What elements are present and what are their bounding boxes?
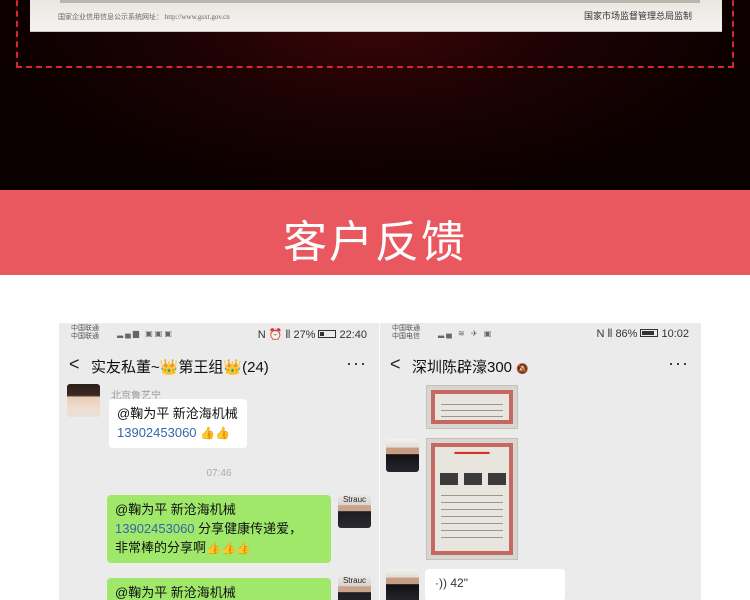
signal-icon: ▂▄▆ ▣▣▣: [117, 329, 174, 338]
chevron-left-icon[interactable]: <: [390, 354, 401, 375]
status-bar: 中国联通 中国电信 ▂▄ ≋ ✈ ▣ N ⦀ 86% 10:02: [380, 323, 701, 345]
letter-image[interactable]: [426, 385, 518, 429]
message-timestamp: 07:46: [206, 468, 232, 479]
chat-screenshot-1: 中国联通 中国联通 ▂▄▆ ▣▣▣ N ⏰ ⦀ 27% 22:40 < 实友私董~…: [59, 323, 379, 600]
avatar-tag: Strauc: [342, 495, 367, 504]
clock: 10:02: [661, 328, 689, 340]
bell-mute-icon: 🔕: [516, 364, 529, 375]
section-header: 客户反馈: [0, 190, 750, 275]
signal-icon: ▂▄ ≋ ✈ ▣: [438, 329, 494, 338]
section-title: 客户反馈: [283, 217, 467, 268]
status-right: N ⏰ ⦀ 27% 22:40: [257, 329, 367, 341]
message-bubble: @鞠为平 新沧海机械 13902453060 👍👍: [109, 399, 247, 448]
letter-heading: ▬▬▬▬▬: [454, 449, 490, 456]
voice-message[interactable]: ·)) 42": [425, 569, 565, 600]
battery-icon: [640, 329, 659, 337]
battery-icon: [318, 330, 337, 338]
avatar[interactable]: [386, 439, 419, 472]
status-right: N ⦀ 86% 10:02: [596, 328, 689, 340]
dotted-frame: [16, 0, 734, 68]
more-dots-icon[interactable]: ···: [668, 353, 689, 374]
chat-navbar: < 深圳陈辟濠300 🔕 ···: [380, 345, 701, 385]
chat-screenshot-2: 中国联通 中国电信 ▂▄ ≋ ✈ ▣ N ⦀ 86% 10:02 < 深圳陈辟濠3…: [380, 323, 701, 600]
more-dots-icon[interactable]: ···: [346, 353, 367, 374]
message-bubble: @鞠为平 新沧海机械: [107, 578, 331, 600]
chat-navbar: < 实友私董~👑第王组👑(24) ···: [59, 345, 379, 385]
avatar[interactable]: [386, 569, 419, 600]
avatar[interactable]: Strauc: [338, 576, 371, 600]
chevron-left-icon[interactable]: <: [69, 354, 80, 375]
avatar[interactable]: Strauc: [338, 495, 371, 528]
carrier-label: 中国联通 中国电信: [392, 325, 420, 340]
avatar-tag: Strauc: [342, 576, 367, 585]
letter-image[interactable]: ▬▬▬▬▬: [426, 438, 518, 560]
avatar[interactable]: [67, 384, 100, 417]
status-bar: 中国联通 中国联通 ▂▄▆ ▣▣▣ N ⏰ ⦀ 27% 22:40: [59, 323, 379, 345]
top-band: 国家企业信用信息公示系统网址： http://www.gsxt.gov.cn 国…: [0, 0, 750, 190]
voice-icon: ·)): [435, 576, 447, 590]
chat-title: 实友私董~👑第王组👑(24): [91, 359, 269, 376]
carrier-label: 中国联通 中国联通: [71, 325, 99, 340]
clock: 22:40: [339, 329, 367, 341]
message-bubble: @鞠为平 新沧海机械 13902453060 分享健康传递爱， 非常棒的分享啊👍…: [107, 495, 331, 563]
chat-title: 深圳陈辟濠300 🔕: [412, 359, 529, 376]
